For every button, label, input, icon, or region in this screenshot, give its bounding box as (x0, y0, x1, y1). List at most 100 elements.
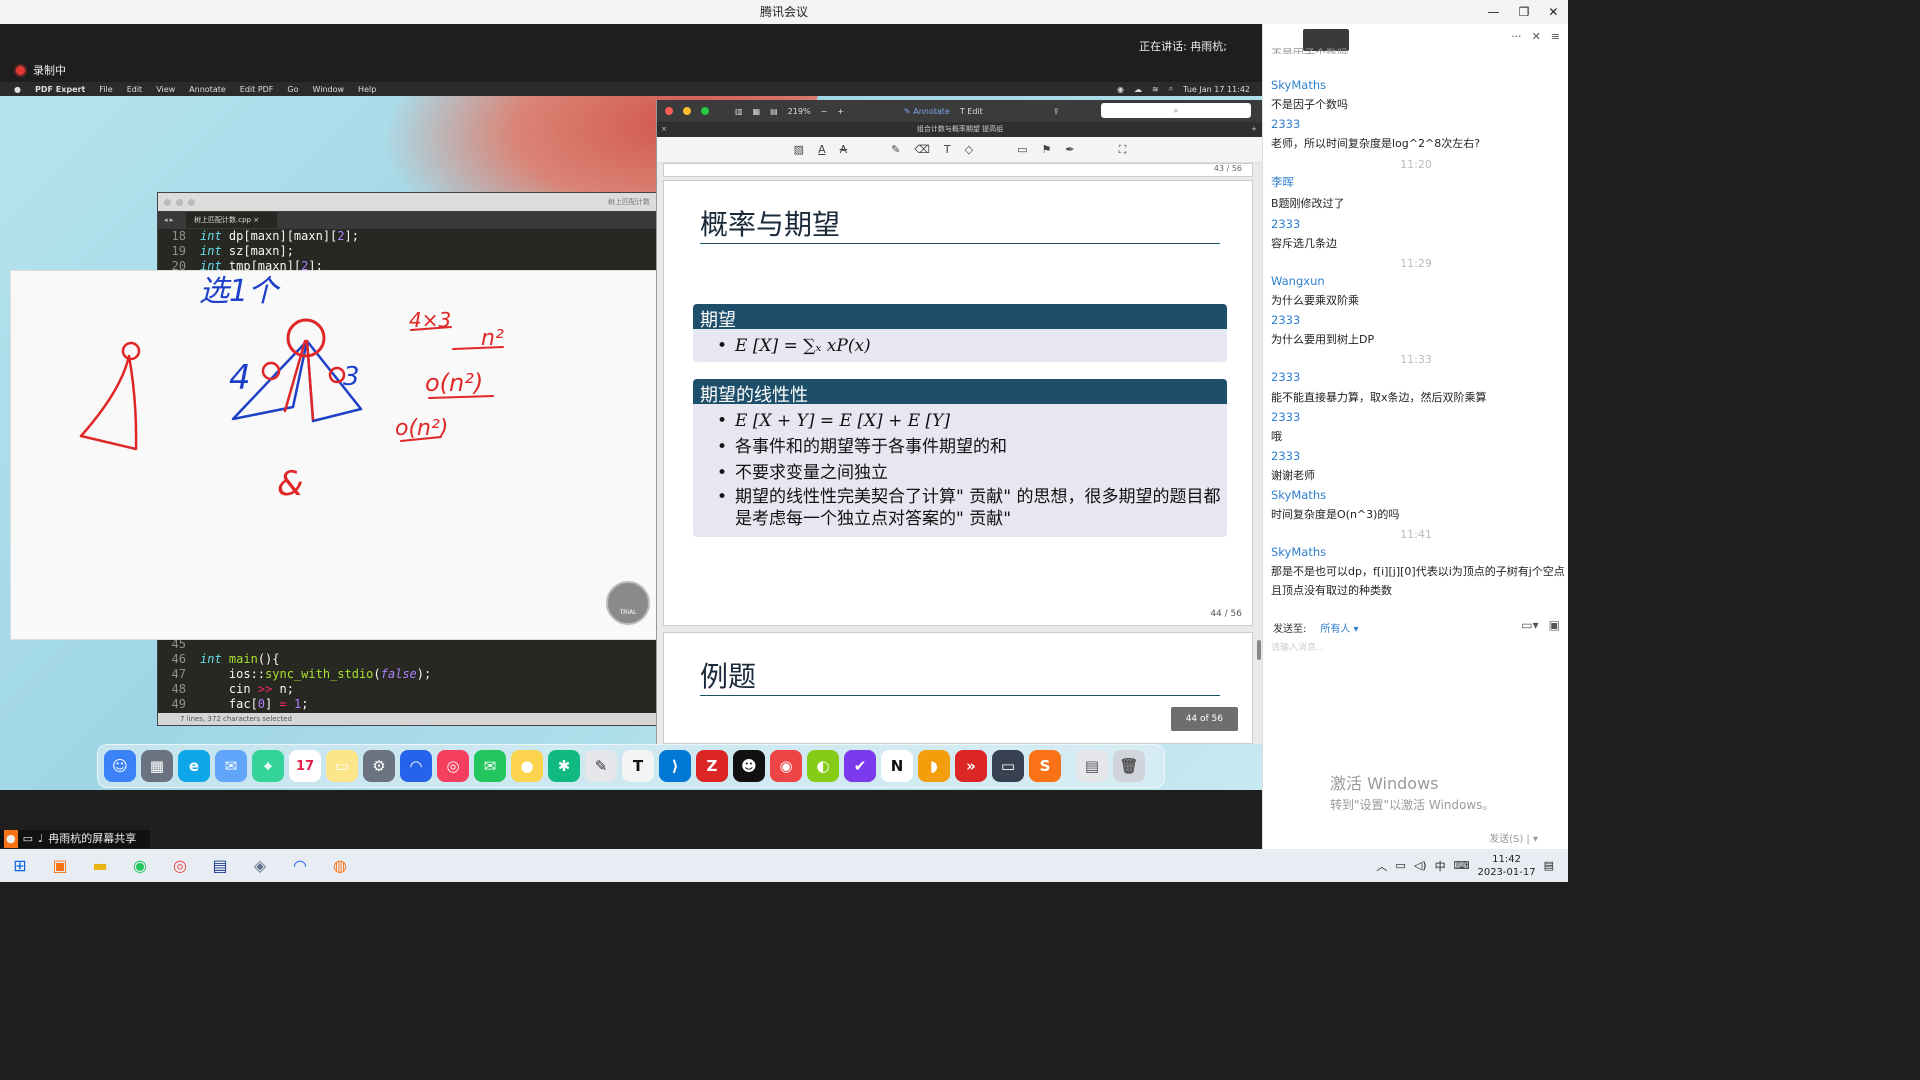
pdf-scrollbar[interactable] (1257, 640, 1261, 660)
menu-app[interactable]: PDF Expert (35, 85, 85, 94)
recipient-select[interactable]: 所有人 ▾ (1320, 624, 1358, 635)
menu-icon[interactable]: ≡ (1551, 30, 1560, 43)
file-explorer-icon[interactable]: ▬ (80, 849, 120, 882)
zoom-out-button[interactable]: − (821, 107, 828, 116)
pen-icon[interactable]: ✎ (891, 143, 900, 156)
wechat-status-icon[interactable]: ◉ (1117, 85, 1124, 94)
menu-help[interactable]: Help (358, 85, 376, 94)
vscode-icon[interactable]: ⟩ (659, 750, 691, 782)
volume-icon[interactable]: ◁) (1414, 859, 1427, 872)
app-taskbar-icon[interactable]: ◈ (240, 849, 280, 882)
chat-input[interactable]: 请输入消息... (1271, 640, 1325, 653)
app-icon[interactable]: ✱ (548, 750, 580, 782)
sidebar-icon[interactable]: ▥ (735, 107, 743, 116)
maps-icon[interactable]: ⌖ (252, 750, 284, 782)
chrome-icon[interactable]: ◎ (160, 849, 200, 882)
shapes-icon[interactable]: ◇ (965, 143, 973, 156)
code-top[interactable]: 18 int dp[maxn][maxn][2]; 19 int sz[maxn];… (158, 229, 359, 274)
zoom-dot[interactable] (701, 107, 709, 115)
keyboard-icon[interactable]: ⌨ (1454, 859, 1470, 872)
trash-icon[interactable]: 🗑 (1113, 750, 1145, 782)
close-chat-icon[interactable]: ✕ (1532, 30, 1541, 43)
minimize-dot[interactable] (683, 107, 691, 115)
wifi-icon[interactable]: ≋ (1152, 85, 1159, 94)
recording-indicator[interactable]: 录制中 (16, 62, 66, 78)
network-icon[interactable]: ▭ (1395, 859, 1405, 872)
pdf-tab[interactable]: × 组合计数与概率期望 提高组 + (657, 122, 1262, 137)
launchpad-icon[interactable]: ▦ (141, 750, 173, 782)
menu-view[interactable]: View (156, 85, 175, 94)
close-tab-icon[interactable]: × (253, 216, 259, 224)
windows-start-icon[interactable]: ⊞ (0, 849, 40, 882)
minimize-button[interactable]: — (1488, 0, 1500, 24)
cloud-icon[interactable]: ☁ (1134, 85, 1142, 94)
pdf-expert-icon[interactable]: » (955, 750, 987, 782)
comment-icon[interactable]: ▭ (1017, 143, 1027, 156)
apple-icon[interactable]: ● (14, 85, 21, 94)
zoom-dot[interactable] (188, 198, 195, 206)
app-icon[interactable]: ◗ (918, 750, 950, 782)
menu-file[interactable]: File (99, 85, 112, 94)
firefox-icon[interactable]: ◍ (320, 849, 360, 882)
edit-button[interactable]: T Edit (960, 107, 983, 116)
tencent-meeting-icon[interactable]: ◠ (400, 750, 432, 782)
text-color-icon[interactable]: A (818, 143, 826, 156)
notes-icon[interactable]: ▭ (326, 750, 358, 782)
eraser-icon[interactable]: ⌫ (914, 143, 930, 156)
todo-icon[interactable]: ✔ (844, 750, 876, 782)
minimize-dot[interactable] (176, 198, 183, 206)
screenshot-icon[interactable]: ▣ (1549, 618, 1560, 632)
notion-icon[interactable]: N (881, 750, 913, 782)
code-bottom[interactable]: 45 46 int main(){ 47 ios::sync_with_stdio… (158, 637, 432, 712)
new-tab-icon[interactable]: + (1251, 122, 1257, 137)
whiteboard[interactable]: 选1个 4 3 4×3 n² o(n²) o(n²) & TRIAL (10, 270, 658, 640)
downloads-icon[interactable]: ▤ (1076, 750, 1108, 782)
sublime-icon[interactable]: S (1029, 750, 1061, 782)
zotero-icon[interactable]: Z (696, 750, 728, 782)
app-icon[interactable]: ● (511, 750, 543, 782)
screen-recorder-icon[interactable]: ▭ (992, 750, 1024, 782)
search-icon[interactable]: ⌕ (1169, 84, 1173, 94)
menu-window[interactable]: Window (313, 85, 345, 94)
nav-arrows-icon[interactable]: ◂ ▸ (164, 216, 173, 224)
stamp-icon[interactable]: ⚑ (1042, 143, 1052, 156)
wechat-icon[interactable]: ✉ (474, 750, 506, 782)
more-icon[interactable]: ··· (1511, 30, 1522, 43)
select-area-icon[interactable]: ⛶ (1119, 143, 1127, 157)
qq-icon[interactable]: ☻ (733, 750, 765, 782)
mail-icon[interactable]: ✉ (215, 750, 247, 782)
strikethrough-icon[interactable]: A (840, 143, 848, 156)
close-dot[interactable] (665, 107, 673, 115)
ime-indicator[interactable]: 中 (1435, 858, 1446, 874)
pdf-page-current[interactable]: 概率与期望 期望 E [X] = ∑ₓ xP(x) 期望的线性性 E [X + … (663, 180, 1253, 626)
finder-icon[interactable]: ☺ (104, 750, 136, 782)
menu-edit[interactable]: Edit (127, 85, 143, 94)
text-tool-icon[interactable]: T (944, 143, 951, 156)
signature-icon[interactable]: ✒ (1065, 143, 1074, 156)
menu-go[interactable]: Go (287, 85, 298, 94)
menu-annotate[interactable]: Annotate (189, 85, 226, 94)
typora-icon[interactable]: T (622, 750, 654, 782)
tencent-meeting-taskbar-icon[interactable]: ◠ (280, 849, 320, 882)
pdf-search-field[interactable]: ⌕ (1101, 103, 1251, 118)
close-button[interactable]: ✕ (1548, 0, 1558, 24)
page-layout-icon[interactable]: ▤ (770, 107, 778, 116)
editor-tab[interactable]: 树上匹配计数.cpp × (186, 212, 278, 228)
menu-edit-pdf[interactable]: Edit PDF (240, 85, 274, 94)
edge-icon[interactable]: e (178, 750, 210, 782)
app-icon[interactable]: ◐ (807, 750, 839, 782)
file-icon[interactable]: ▭▾ (1521, 618, 1538, 632)
annotate-button[interactable]: ✎ Annotate (904, 107, 950, 116)
calendar-icon[interactable]: 17 (289, 750, 321, 782)
textedit-icon[interactable]: ✎ (585, 750, 617, 782)
send-button[interactable]: 发送(S) | ▾ (1489, 830, 1538, 845)
sublime-taskbar-icon[interactable]: ▣ (40, 849, 80, 882)
grid-view-icon[interactable]: ▦ (753, 107, 761, 116)
zoom-select[interactable]: 219% (788, 107, 811, 116)
restore-button[interactable]: ❐ (1519, 0, 1530, 24)
devcpp-icon[interactable]: ▤ (200, 849, 240, 882)
settings-icon[interactable]: ⚙ (363, 750, 395, 782)
close-dot[interactable] (164, 198, 171, 206)
trial-badge[interactable]: TRIAL (606, 581, 650, 625)
app-taskbar-icon[interactable]: ◉ (120, 849, 160, 882)
